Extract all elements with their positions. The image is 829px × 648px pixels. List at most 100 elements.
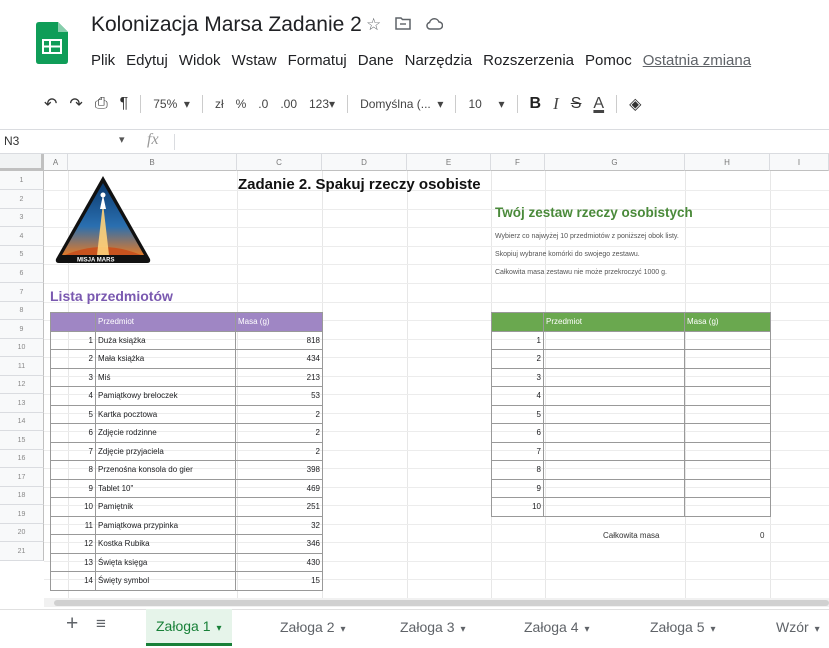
item-number-cell[interactable]: 1 [50, 330, 96, 350]
column-header-d[interactable]: D [322, 154, 407, 171]
set-item-cell[interactable] [543, 441, 685, 461]
row-header[interactable]: 16 [0, 450, 44, 468]
item-name-cell[interactable]: Kostka Rubika [95, 534, 236, 554]
item-number-cell[interactable]: 14 [50, 571, 96, 591]
row-header[interactable]: 4 [0, 227, 44, 246]
item-name-cell[interactable]: Zdjęcie rodzinne [95, 423, 236, 443]
set-item-cell[interactable] [543, 404, 685, 424]
horizontal-scrollbar-thumb[interactable] [54, 600, 829, 606]
item-number-cell[interactable]: 13 [50, 552, 96, 572]
add-sheet-icon[interactable]: + [66, 612, 78, 636]
set-mass-cell[interactable] [684, 330, 771, 350]
item-number-cell[interactable]: 8 [50, 460, 96, 480]
set-mass-cell[interactable] [684, 478, 771, 498]
item-mass-cell[interactable]: 2 [235, 441, 323, 461]
name-box-dropdown-icon[interactable]: ▾ [119, 133, 125, 146]
increase-decimal-button[interactable]: .00 [280, 97, 297, 111]
sheet-tab-zaloga-5[interactable]: Załoga 5 ▾ [640, 609, 726, 646]
item-table-header-num[interactable] [50, 312, 96, 332]
item-name-cell[interactable]: Pamiątkowy breloczek [95, 386, 236, 406]
fill-color-icon[interactable]: ◈ [629, 94, 641, 114]
item-mass-cell[interactable]: 32 [235, 515, 323, 535]
print-icon[interactable]: ⎙ [95, 95, 108, 113]
name-box[interactable]: N3 [4, 134, 19, 148]
set-mass-cell[interactable] [684, 386, 771, 406]
row-header[interactable]: 5 [0, 246, 44, 264]
row-header[interactable]: 8 [0, 302, 44, 320]
item-name-cell[interactable]: Duża książka [95, 330, 236, 350]
item-mass-cell[interactable]: 2 [235, 423, 323, 443]
item-mass-cell[interactable]: 430 [235, 552, 323, 572]
row-header[interactable]: 21 [0, 542, 44, 561]
set-number-cell[interactable]: 6 [491, 423, 544, 443]
set-table-header-item[interactable]: Przedmiot [543, 312, 685, 332]
row-header[interactable]: 1 [0, 171, 44, 190]
menu-item-wstaw[interactable]: Wstaw [232, 52, 277, 69]
item-number-cell[interactable]: 2 [50, 349, 96, 369]
undo-icon[interactable]: ↶ [44, 94, 57, 114]
sheet-tab-zaloga-4[interactable]: Załoga 4 ▾ [514, 609, 600, 646]
menu-item-pomoc[interactable]: Pomoc [585, 52, 632, 69]
item-number-cell[interactable]: 4 [50, 386, 96, 406]
row-header[interactable]: 10 [0, 339, 44, 357]
item-mass-cell[interactable]: 15 [235, 571, 323, 591]
row-header[interactable]: 12 [0, 376, 44, 394]
set-number-cell[interactable]: 5 [491, 404, 544, 424]
set-mass-cell[interactable] [684, 460, 771, 480]
set-number-cell[interactable]: 9 [491, 478, 544, 498]
column-header-f[interactable]: F [491, 154, 545, 171]
set-number-cell[interactable]: 2 [491, 349, 544, 369]
set-number-cell[interactable]: 3 [491, 367, 544, 387]
item-name-cell[interactable]: Zdjęcie przyjaciela [95, 441, 236, 461]
last-edit-link[interactable]: Ostatnia zmiana [643, 52, 751, 69]
select-all-corner[interactable] [0, 154, 44, 171]
menu-item-widok[interactable]: Widok [179, 52, 221, 69]
row-header[interactable]: 3 [0, 209, 44, 227]
item-name-cell[interactable]: Święta księga [95, 552, 236, 572]
item-name-cell[interactable]: Przenośna konsola do gier [95, 460, 236, 480]
percent-format-button[interactable]: % [236, 97, 247, 111]
item-number-cell[interactable]: 7 [50, 441, 96, 461]
strikethrough-button[interactable]: S [571, 95, 582, 113]
set-mass-cell[interactable] [684, 497, 771, 517]
set-number-cell[interactable]: 1 [491, 330, 544, 350]
sheet-tab-wzor[interactable]: Wzór ▾ [766, 609, 829, 646]
item-mass-cell[interactable]: 251 [235, 497, 323, 517]
column-header-i[interactable]: I [770, 154, 829, 171]
spreadsheet-grid[interactable]: A B C D E F G H I 1 2 3 4 5 6 7 8 9 10 1… [0, 154, 829, 600]
column-header-g[interactable]: G [545, 154, 685, 171]
column-header-a[interactable]: A [44, 154, 68, 171]
item-table-header-item[interactable]: Przedmiot [95, 312, 236, 332]
row-header[interactable]: 7 [0, 283, 44, 302]
sheet-tab-zaloga-2[interactable]: Załoga 2 ▾ [270, 609, 356, 646]
italic-button[interactable]: I [553, 94, 559, 114]
set-number-cell[interactable]: 8 [491, 460, 544, 480]
item-number-cell[interactable]: 6 [50, 423, 96, 443]
row-header[interactable]: 18 [0, 487, 44, 505]
column-header-e[interactable]: E [407, 154, 491, 171]
set-item-cell[interactable] [543, 423, 685, 443]
document-title[interactable]: Kolonizacja Marsa Zadanie 2 [91, 13, 362, 37]
text-color-button[interactable]: A [593, 95, 604, 113]
set-mass-cell[interactable] [684, 441, 771, 461]
menu-item-plik[interactable]: Plik [91, 52, 115, 69]
set-mass-cell[interactable] [684, 367, 771, 387]
paint-format-icon[interactable]: ¶ [120, 95, 129, 113]
item-number-cell[interactable]: 5 [50, 404, 96, 424]
sheet-tab-zaloga-3[interactable]: Załoga 3 ▾ [390, 609, 476, 646]
redo-icon[interactable]: ↷ [69, 94, 82, 114]
set-item-cell[interactable] [543, 460, 685, 480]
sheets-app-icon[interactable] [36, 22, 68, 64]
font-size-select[interactable]: 10 ▾ [468, 97, 504, 111]
more-formats-button[interactable]: 123 ▾ [309, 97, 335, 111]
menu-item-edytuj[interactable]: Edytuj [126, 52, 168, 69]
menu-item-formatuj[interactable]: Formatuj [288, 52, 347, 69]
item-mass-cell[interactable]: 469 [235, 478, 323, 498]
all-sheets-icon[interactable]: ≡ [96, 614, 106, 634]
sheet-tab-zaloga-1[interactable]: Załoga 1 ▾ [146, 609, 232, 646]
row-header[interactable]: 2 [0, 190, 44, 209]
item-number-cell[interactable]: 10 [50, 497, 96, 517]
row-header[interactable]: 9 [0, 320, 44, 339]
item-name-cell[interactable]: Święty symbol [95, 571, 236, 591]
item-number-cell[interactable]: 12 [50, 534, 96, 554]
